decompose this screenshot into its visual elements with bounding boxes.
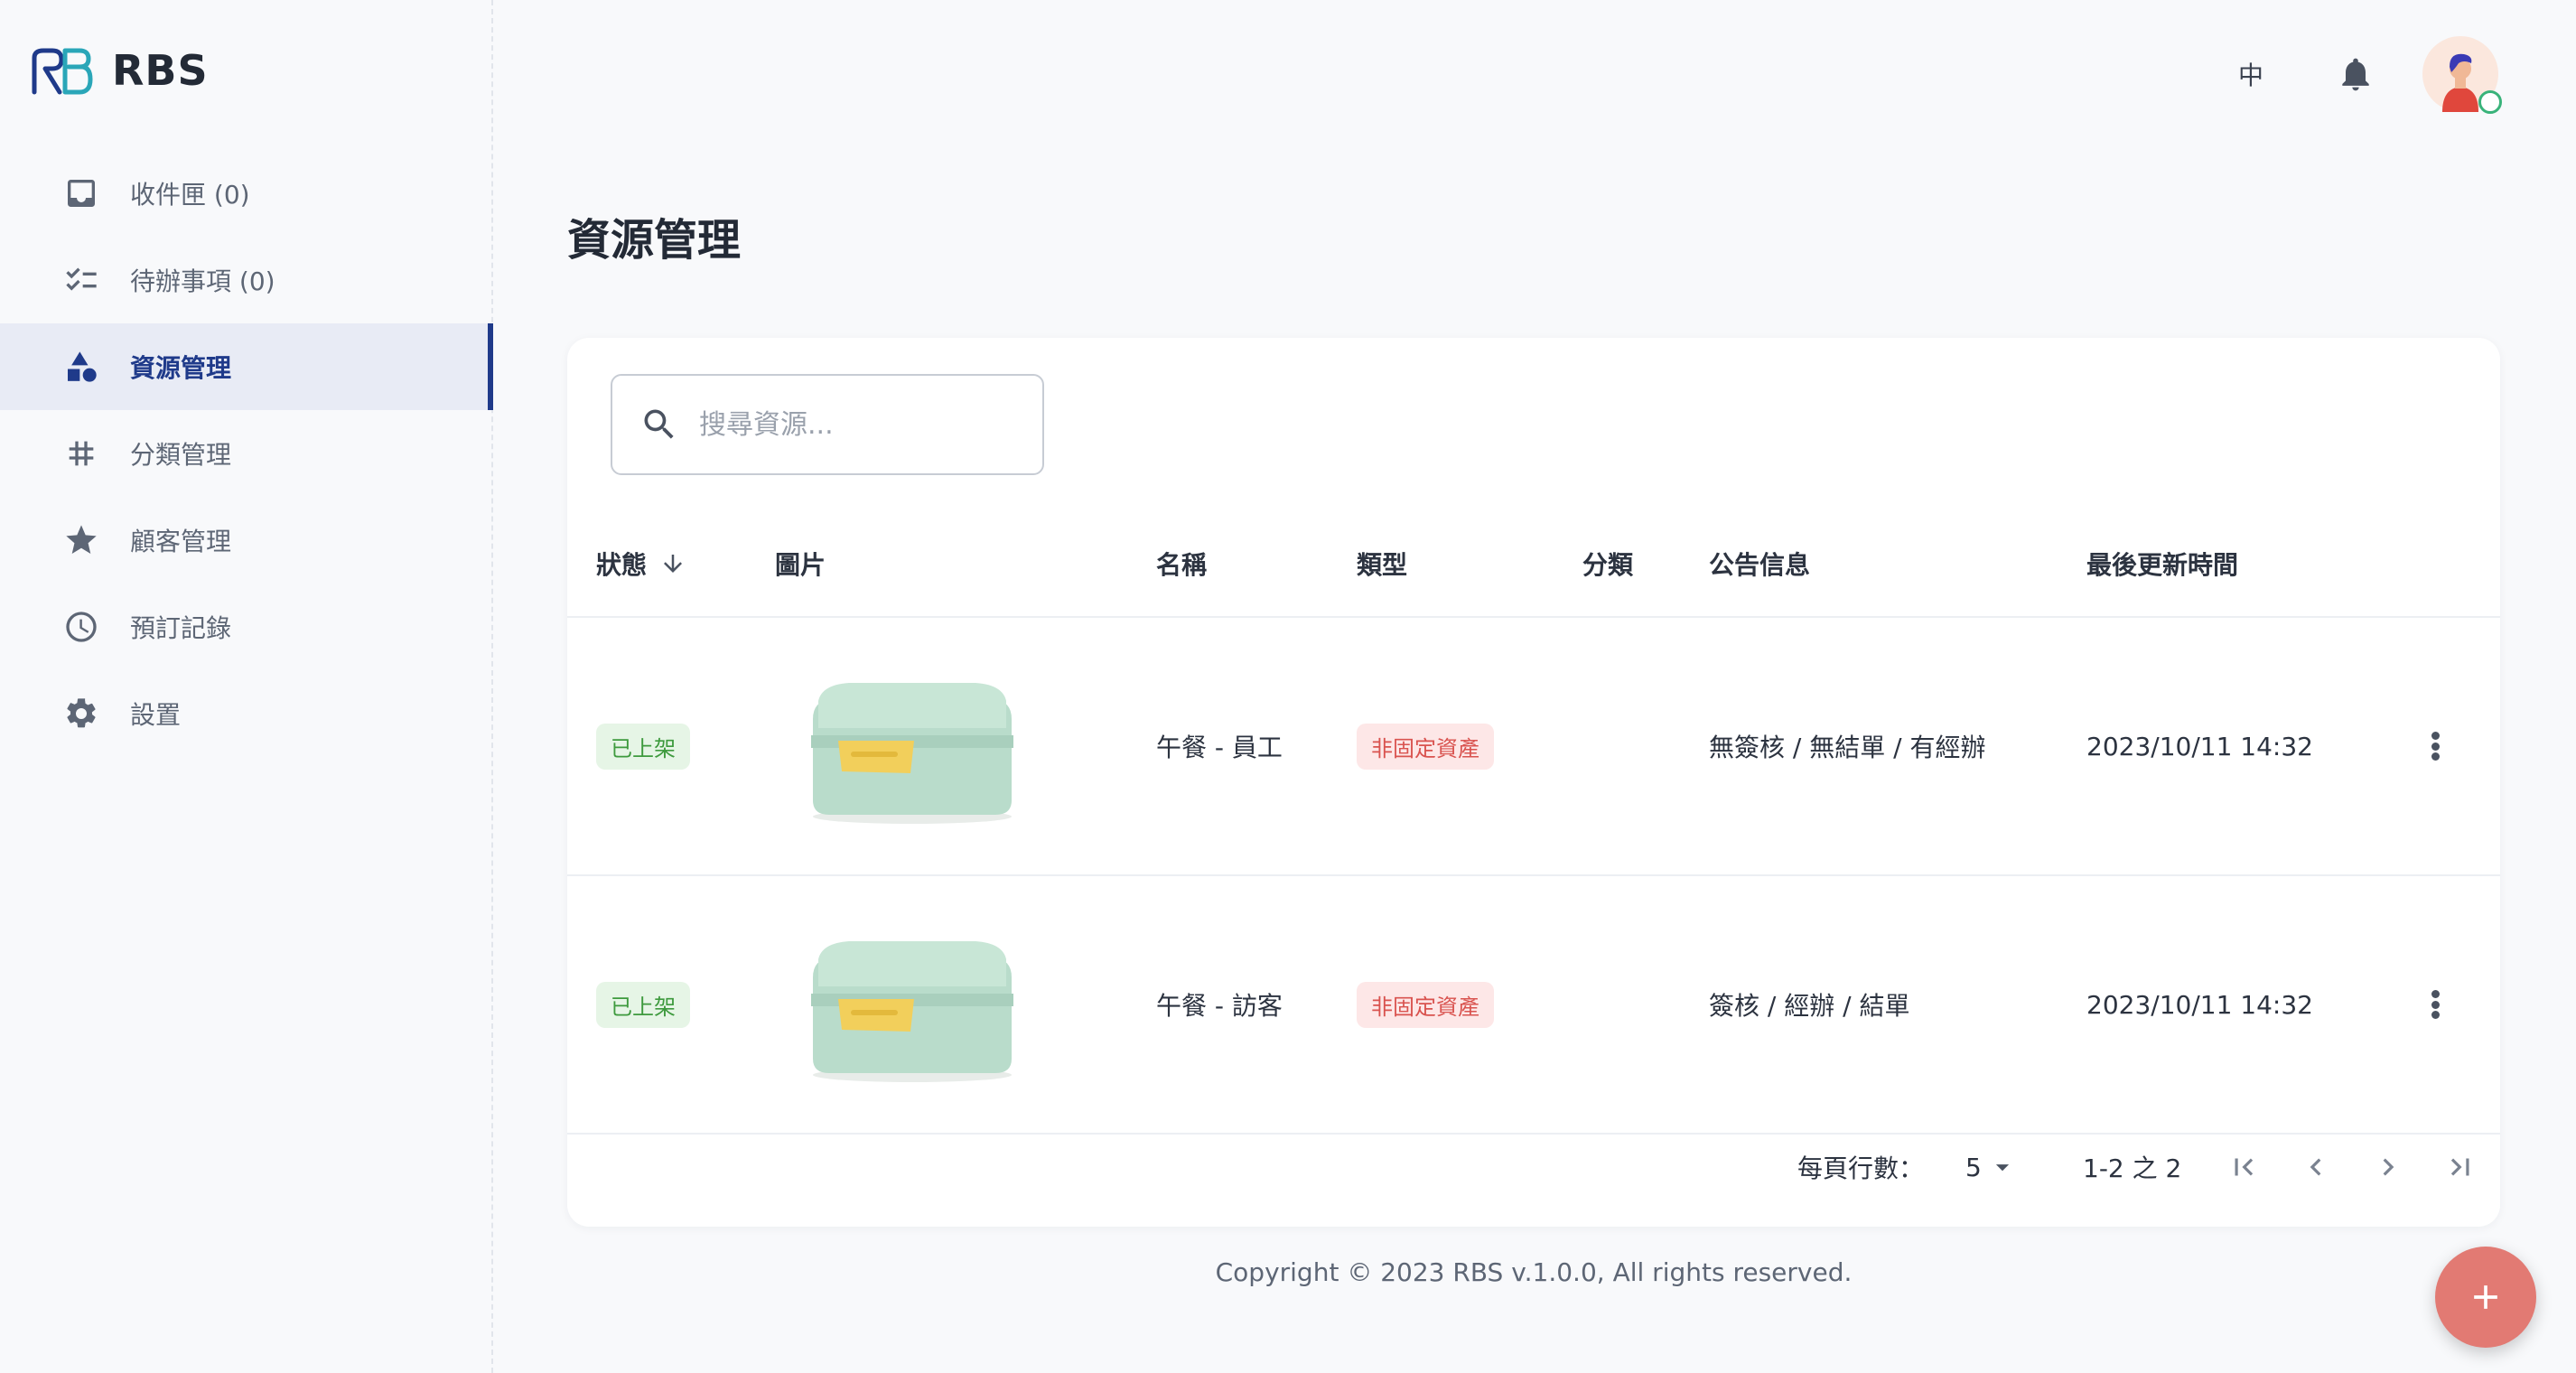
- online-status-badge: [2478, 90, 2502, 114]
- rbs-logo-icon: [32, 48, 93, 95]
- resource-name: 午餐 - 員工: [1156, 733, 1283, 762]
- sidebar-nav: 收件匣 (0) 待辦事項 (0) 資源管理 分類管理 顧客管理 預訂記錄 設置: [0, 150, 493, 757]
- clock-icon: [61, 607, 101, 647]
- last-page-icon: [2450, 1158, 2469, 1176]
- status-badge: 已上架: [596, 723, 690, 770]
- rows-per-page-text: 每頁行數：: [1797, 1154, 1925, 1183]
- app-name: RBS: [112, 46, 209, 95]
- column-header-updated: 最後更新時間: [2086, 546, 2238, 582]
- notice-value: 無簽核 / 無結單 / 有經辦: [1709, 733, 1986, 762]
- sidebar-item-label: 收件匣 (0): [130, 180, 250, 210]
- sidebar-item-label: 設置: [130, 700, 182, 730]
- sidebar-item-settings[interactable]: 設置: [0, 670, 493, 757]
- chevron-right-icon: [2383, 1158, 2394, 1176]
- search-box[interactable]: [611, 374, 1044, 475]
- language-switch[interactable]: 中: [2238, 56, 2263, 92]
- first-page-icon: [2235, 1158, 2254, 1176]
- avatar[interactable]: [2422, 36, 2502, 114]
- last-page-button[interactable]: [2433, 1140, 2487, 1194]
- page-range: 1-2 之 2: [2083, 1122, 2181, 1212]
- column-header-label: 類型: [1357, 550, 1408, 580]
- more-options-icon[interactable]: [2417, 986, 2453, 1023]
- sidebar-item-inbox[interactable]: 收件匣 (0): [0, 150, 493, 237]
- resource-name: 午餐 - 訪客: [1156, 991, 1283, 1021]
- lunchbox-image: [811, 941, 1013, 1082]
- column-header-label: 狀態: [596, 550, 648, 580]
- arrow-down-icon[interactable]: [659, 550, 686, 577]
- notice-value: 簽核 / 經辦 / 結單: [1709, 991, 1910, 1021]
- table-row[interactable]: 已上架 午餐 - 員工 非固定資產 無簽核 / 無結單 / 有經辦 2023/1…: [567, 618, 2500, 874]
- updated-time: 2023/10/11 14:32: [2086, 989, 2313, 1020]
- type-tag: 非固定資產: [1357, 723, 1494, 770]
- rows-per-page-select[interactable]: 5: [1965, 1122, 2018, 1212]
- sidebar-item-customers[interactable]: 顧客管理: [0, 497, 493, 584]
- sidebar: RBS 收件匣 (0) 待辦事項 (0) 資源管理 分類管理 顧客管理 預訂記錄…: [0, 0, 493, 1373]
- bell-icon[interactable]: [2336, 52, 2375, 96]
- rows-per-page-value: 5: [1965, 1152, 1982, 1182]
- sidebar-item-categories[interactable]: 分類管理: [0, 410, 493, 497]
- column-header-label: 名稱: [1156, 550, 1208, 580]
- chevron-left-icon: [2310, 1158, 2321, 1176]
- add-resource-button[interactable]: [2435, 1247, 2536, 1348]
- sidebar-item-bookings[interactable]: 預訂記錄: [0, 584, 493, 670]
- sidebar-item-label: 分類管理: [130, 440, 232, 470]
- sidebar-item-label: 顧客管理: [130, 527, 232, 556]
- sidebar-item-resources[interactable]: 資源管理: [0, 323, 493, 410]
- search-icon: [644, 409, 674, 439]
- brand[interactable]: RBS: [29, 45, 209, 96]
- more-options-icon[interactable]: [2417, 728, 2453, 764]
- sidebar-item-todo[interactable]: 待辦事項 (0): [0, 237, 493, 323]
- column-header-name: 名稱: [1156, 546, 1207, 582]
- prev-page-button[interactable]: [2289, 1140, 2343, 1194]
- column-header-label: 最後更新時間: [2086, 550, 2239, 580]
- column-header-image: 圖片: [775, 546, 826, 582]
- column-header-label: 圖片: [775, 550, 826, 580]
- page-range-text: 1-2 之 2: [2083, 1154, 2182, 1183]
- updated-time: 2023/10/11 14:32: [2086, 731, 2313, 761]
- search-input[interactable]: [699, 408, 1006, 441]
- hashtag-icon: [61, 434, 101, 473]
- column-header-label: 分類: [1582, 550, 1634, 580]
- plus-icon: [2474, 1285, 2497, 1309]
- checklist-icon: [61, 260, 101, 300]
- shapes-icon: [61, 347, 101, 387]
- next-page-button[interactable]: [2361, 1140, 2415, 1194]
- lunchbox-image: [811, 683, 1013, 824]
- column-header-notice: 公告信息: [1709, 546, 1810, 582]
- divider: [567, 1133, 2500, 1135]
- column-header-status[interactable]: 狀態: [596, 546, 686, 582]
- first-page-button[interactable]: [2217, 1140, 2271, 1194]
- page-title: 資源管理: [567, 215, 742, 266]
- footer-copyright: Copyright © 2023 RBS v.1.0.0, All rights…: [1215, 1257, 1853, 1287]
- sidebar-item-label: 待辦事項 (0): [130, 266, 275, 296]
- column-header-label: 公告信息: [1709, 550, 1811, 580]
- type-tag: 非固定資產: [1357, 981, 1494, 1028]
- star-icon: [61, 520, 101, 560]
- sidebar-item-label: 資源管理: [130, 353, 232, 383]
- gear-icon: [61, 694, 101, 733]
- caret-down-icon: [1995, 1164, 2009, 1172]
- inbox-icon: [61, 173, 101, 213]
- status-badge: 已上架: [596, 981, 690, 1028]
- column-header-type: 類型: [1357, 546, 1407, 582]
- resource-table-card: 狀態 圖片 名稱 類型 分類 公告信息 最後更新時間 已上架 午餐 - 員工 非…: [567, 338, 2500, 1227]
- table-row[interactable]: 已上架 午餐 - 訪客 非固定資產 簽核 / 經辦 / 結單 2023/10/1…: [567, 876, 2500, 1133]
- column-header-category: 分類: [1582, 546, 1633, 582]
- rows-per-page-label: 每頁行數：: [1797, 1122, 1924, 1212]
- sidebar-item-label: 預訂記錄: [130, 613, 232, 643]
